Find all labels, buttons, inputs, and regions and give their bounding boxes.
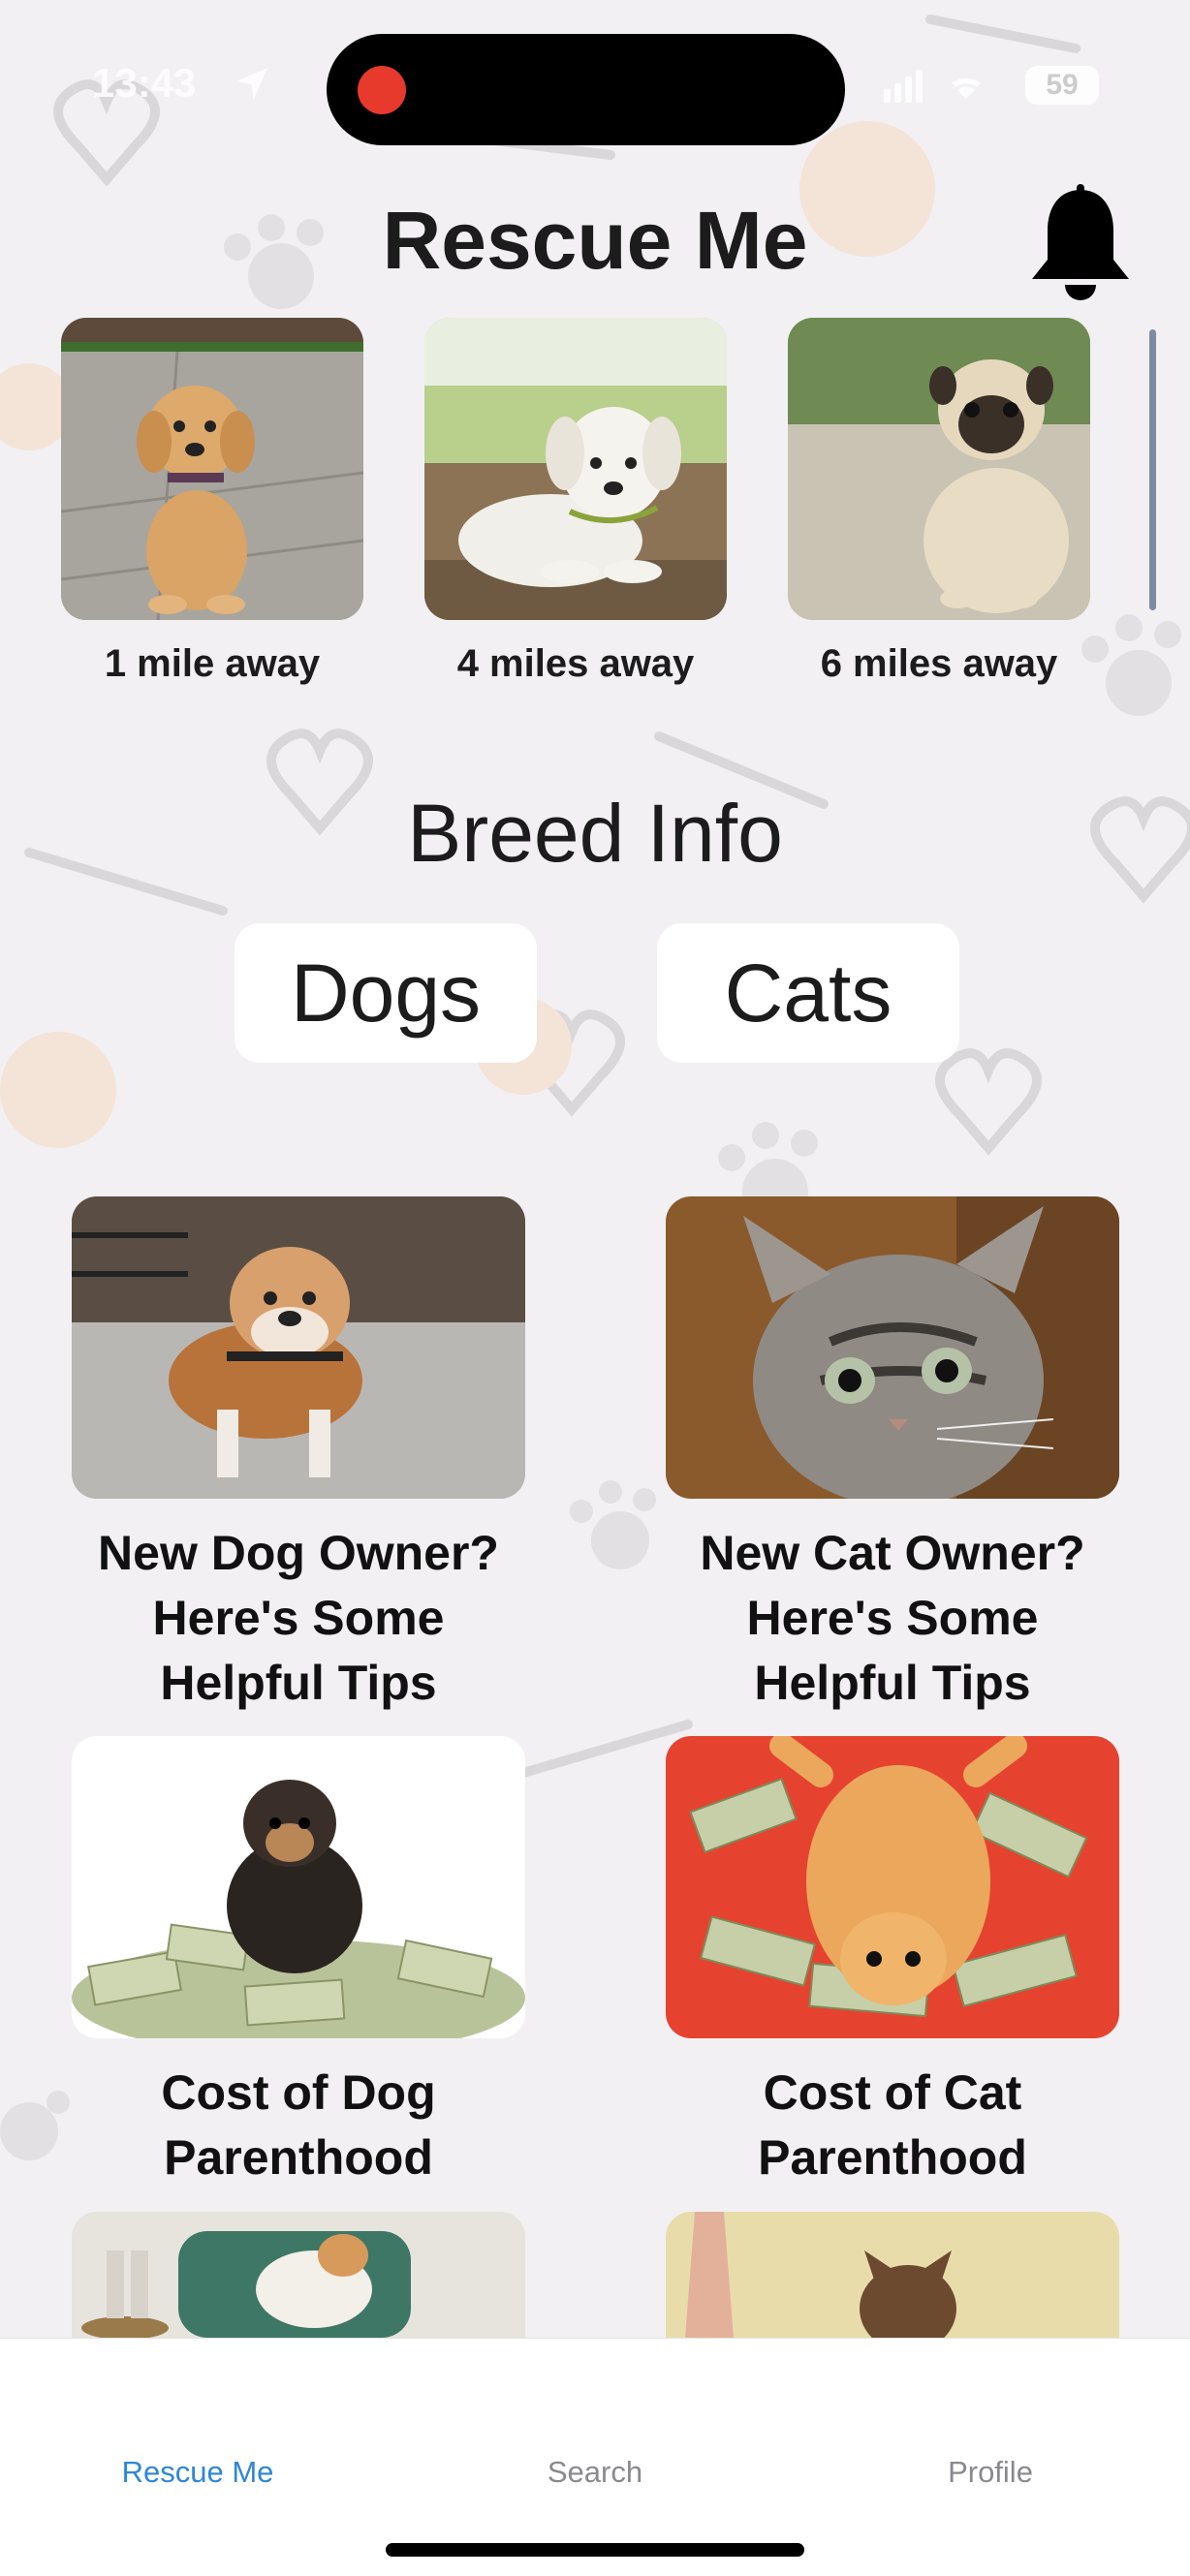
article-card-cat-tips[interactable]: New Cat Owner? Here's Some Helpful Tips [666, 1196, 1119, 1716]
recording-indicator-icon [358, 66, 406, 114]
pug-photo [788, 318, 1090, 620]
white-puppy-photo [424, 318, 727, 620]
cat-money-photo [666, 1733, 1119, 2038]
article-title: Cost of Cat Parenthood [758, 2065, 1027, 2185]
cat-high-five-photo[interactable] [666, 2212, 1119, 2338]
tab-profile[interactable]: Profile [874, 2455, 1107, 2490]
article-card-dog-cost[interactable]: Cost of Dog Parenthood [72, 1736, 525, 2190]
page-title: Rescue Me [382, 195, 808, 286]
battery-level: 59 [1025, 66, 1099, 105]
dogs-button[interactable]: Dogs [235, 923, 537, 1063]
breed-info-title: Breed Info [407, 788, 783, 879]
rescue-pet-card[interactable]: 1 mile away [60, 318, 364, 686]
article-title: Cost of Dog Parenthood [161, 2065, 436, 2185]
tabby-kitten-photo [666, 1196, 1119, 1506]
carousel-scroll-indicator[interactable] [1149, 329, 1156, 610]
location-arrow-icon [236, 68, 267, 99]
bell-icon[interactable] [1022, 184, 1139, 305]
bulldog-photo [72, 1196, 525, 1499]
article-card-cat-cost[interactable]: Cost of Cat Parenthood [666, 1733, 1119, 2190]
rescue-distance: 1 mile away [104, 642, 321, 685]
rescue-pet-card[interactable]: 6 miles away [788, 318, 1090, 686]
tab-search[interactable]: Search [479, 2455, 711, 2490]
tab-rescue-me[interactable]: Rescue Me [81, 2455, 314, 2490]
rescue-pet-card[interactable]: 4 miles away [424, 318, 727, 686]
golden-retriever-photo [60, 318, 364, 621]
rescue-distance: 4 miles away [456, 642, 695, 685]
cats-button[interactable]: Cats [657, 923, 959, 1063]
puppy-money-photo [72, 1736, 525, 2056]
article-card-dog-tips[interactable]: New Dog Owner? Here's Some Helpful Tips [72, 1196, 525, 1716]
tab-bar: Rescue Me Search Profile [0, 2338, 1190, 2576]
home-indicator[interactable] [386, 2543, 804, 2557]
rescue-distance: 6 miles away [820, 642, 1058, 685]
corgi-photo[interactable] [72, 2212, 525, 2338]
article-title: New Cat Owner? Here's Some Helpful Tips [700, 1526, 1085, 1710]
article-title: New Dog Owner? Here's Some Helpful Tips [98, 1526, 499, 1710]
dynamic-island [327, 34, 845, 145]
status-time: 13:43 [92, 60, 197, 106]
